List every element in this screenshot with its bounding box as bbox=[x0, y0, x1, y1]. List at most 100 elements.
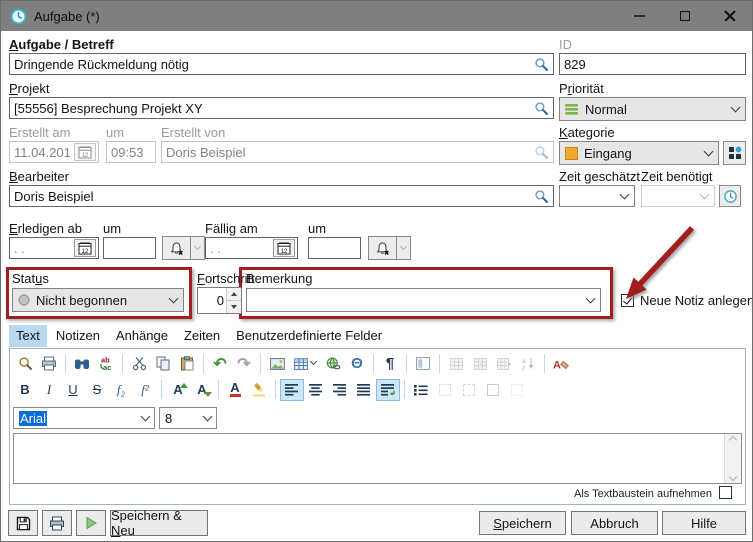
editor-text-area[interactable] bbox=[13, 433, 742, 484]
snippet-label: Als Textbaustein aufnehmen bbox=[574, 488, 712, 500]
save-and-new-button[interactable]: Speichern & Neu bbox=[110, 510, 208, 536]
print-task-button[interactable] bbox=[42, 510, 72, 536]
tab-text[interactable]: Text bbox=[9, 325, 47, 347]
align-justify-button[interactable] bbox=[352, 379, 376, 401]
calendar-icon[interactable]: 12 bbox=[74, 239, 96, 257]
row-split-icon bbox=[497, 358, 512, 370]
print-button[interactable] bbox=[37, 353, 61, 375]
strikethrough-button[interactable]: S bbox=[85, 379, 109, 401]
save-button[interactable]: Speichern bbox=[479, 511, 566, 535]
subject-label: Aufgabe / Betreff bbox=[9, 37, 114, 52]
formatting-marks-button[interactable]: ¶ bbox=[378, 353, 402, 375]
due-date-input[interactable]: . . 12 bbox=[205, 237, 298, 259]
highlight-button[interactable] bbox=[247, 379, 271, 401]
bold-button[interactable]: B bbox=[13, 379, 37, 401]
search-icon[interactable] bbox=[534, 57, 549, 72]
insert-table-button[interactable] bbox=[289, 353, 321, 375]
close-button[interactable] bbox=[707, 1, 752, 31]
tab-notizen[interactable]: Notizen bbox=[49, 325, 107, 347]
project-input[interactable]: [55556] Besprechung Projekt XY bbox=[9, 97, 554, 119]
hyperlink-button[interactable] bbox=[321, 353, 345, 375]
spinner-down-button[interactable] bbox=[227, 300, 241, 313]
shrink-font-button[interactable]: A bbox=[190, 379, 214, 401]
reminder-dropdown[interactable] bbox=[397, 236, 411, 260]
align-right-button[interactable] bbox=[328, 379, 352, 401]
minimize-button[interactable] bbox=[617, 1, 662, 31]
priority-select[interactable]: Normal bbox=[559, 97, 746, 121]
tab-zeiten[interactable]: Zeiten bbox=[177, 325, 227, 347]
copy-icon bbox=[156, 356, 170, 371]
align-center-button[interactable] bbox=[304, 379, 328, 401]
search-icon[interactable] bbox=[534, 101, 549, 116]
assignee-input[interactable]: Doris Beispiel bbox=[9, 185, 554, 207]
align-left-button[interactable] bbox=[280, 379, 304, 401]
border-none-button bbox=[505, 379, 529, 401]
scissors-icon bbox=[132, 356, 147, 371]
clear-format-button[interactable]: A bbox=[549, 353, 573, 375]
maximize-icon bbox=[680, 11, 690, 21]
search-icon[interactable] bbox=[534, 189, 549, 204]
remark-combobox[interactable] bbox=[246, 288, 601, 312]
quick-save-button[interactable] bbox=[8, 510, 38, 536]
close-icon bbox=[724, 10, 736, 22]
progress-spinner[interactable]: 0 bbox=[197, 287, 242, 314]
bullet-list-button[interactable] bbox=[409, 379, 433, 401]
replace-button[interactable]: abac bbox=[94, 353, 118, 375]
font-size-select[interactable]: 8 bbox=[159, 407, 217, 429]
chevron-down-icon bbox=[194, 242, 201, 249]
id-input[interactable]: 829 bbox=[559, 53, 746, 75]
undo-button[interactable]: ↶ bbox=[208, 353, 232, 375]
printer-icon bbox=[41, 356, 57, 371]
find-button[interactable] bbox=[70, 353, 94, 375]
category-color-icon bbox=[565, 147, 578, 160]
underline-button[interactable]: U bbox=[61, 379, 85, 401]
editor-toolbar-row-1: abac ↶ ↷ Θ ¶ az A bbox=[13, 351, 742, 376]
spinner-up-button[interactable] bbox=[227, 288, 241, 300]
grow-font-button[interactable]: A bbox=[166, 379, 190, 401]
cut-button[interactable] bbox=[127, 353, 151, 375]
stopwatch-button[interactable] bbox=[719, 185, 741, 207]
wrap-icon bbox=[381, 384, 396, 396]
start-time-input[interactable] bbox=[103, 237, 156, 259]
cancel-button[interactable]: Abbruch bbox=[571, 511, 658, 535]
start-date-input[interactable]: . . 12 bbox=[9, 237, 99, 259]
category-manager-button[interactable] bbox=[723, 141, 746, 165]
tab-benutzerdefinierte-felder[interactable]: Benutzerdefinierte Felder bbox=[229, 325, 389, 347]
editor-content[interactable] bbox=[14, 434, 724, 483]
subscript-button[interactable]: f₂ bbox=[109, 379, 133, 401]
insert-image-button[interactable] bbox=[265, 353, 289, 375]
italic-button[interactable]: I bbox=[37, 379, 61, 401]
created-date-input: 11.04.2018 12 bbox=[9, 141, 99, 163]
font-color-button[interactable]: A bbox=[223, 379, 247, 401]
due-reminder-button[interactable] bbox=[368, 236, 411, 260]
time-estimated-select[interactable] bbox=[559, 185, 635, 207]
vertical-scrollbar[interactable] bbox=[724, 434, 741, 483]
globe-link-icon bbox=[326, 357, 341, 371]
help-button[interactable]: Hilfe bbox=[662, 511, 746, 535]
status-select[interactable]: Nicht begonnen bbox=[12, 288, 184, 312]
paste-button[interactable] bbox=[175, 353, 199, 375]
calendar-icon[interactable]: 12 bbox=[273, 239, 295, 257]
scroll-down-icon[interactable] bbox=[729, 473, 737, 481]
superscript-icon: f² bbox=[141, 382, 149, 398]
start-button[interactable] bbox=[76, 510, 106, 536]
maximize-button[interactable] bbox=[662, 1, 707, 31]
copy-button[interactable] bbox=[151, 353, 175, 375]
special-insert-button[interactable]: Θ bbox=[345, 353, 369, 375]
redo-button[interactable]: ↷ bbox=[232, 353, 256, 375]
category-select[interactable]: Eingang bbox=[559, 141, 719, 165]
reminder-dropdown[interactable] bbox=[191, 236, 205, 260]
align-justify-icon bbox=[357, 384, 371, 396]
due-time-input[interactable] bbox=[308, 237, 361, 259]
chevron-down-icon bbox=[620, 189, 630, 199]
word-wrap-button[interactable] bbox=[376, 379, 400, 401]
snippet-checkbox[interactable] bbox=[719, 486, 732, 499]
scroll-up-icon[interactable] bbox=[729, 436, 737, 444]
preview-button[interactable] bbox=[13, 353, 37, 375]
superscript-button[interactable]: f² bbox=[133, 379, 157, 401]
subject-input[interactable]: Dringende Rückmeldung nötig bbox=[9, 53, 554, 75]
font-name-select[interactable]: Arial bbox=[13, 407, 155, 429]
tab-anhaenge[interactable]: Anhänge bbox=[109, 325, 175, 347]
text-frame-button[interactable] bbox=[411, 353, 435, 375]
start-reminder-button[interactable] bbox=[162, 236, 205, 260]
